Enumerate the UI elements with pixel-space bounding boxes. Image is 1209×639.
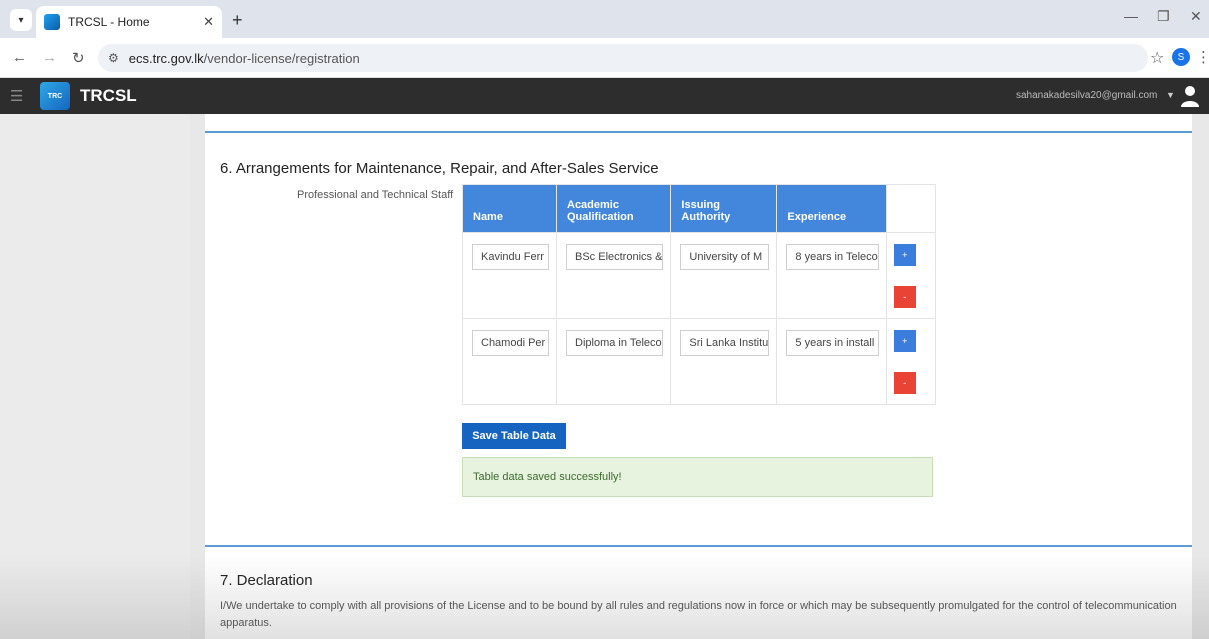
browser-toolbar: ← → ↻ ⚙ ecs.trc.gov.lk/vendor-license/re… (0, 38, 1209, 78)
add-row-button[interactable]: + (893, 244, 916, 266)
table-row: Chamodi Per Diploma in Teleco Sri Lanka … (462, 318, 936, 405)
site-info-icon[interactable]: ⚙ (108, 51, 119, 65)
user-email[interactable]: sahanakadesilva20@gmail.com (1016, 90, 1157, 101)
brand-name[interactable]: TRCSL (80, 86, 137, 106)
new-tab-icon[interactable]: + (232, 10, 243, 31)
section-divider (205, 545, 1192, 547)
reload-icon[interactable]: ↻ (72, 49, 85, 67)
trcsl-logo[interactable]: TRC (40, 82, 70, 110)
user-dropdown-caret-icon[interactable]: ▼ (1166, 90, 1175, 100)
profile-avatar[interactable]: S (1172, 48, 1190, 66)
site-favicon-icon (44, 14, 60, 30)
browser-tab[interactable]: TRCSL - Home ✕ (36, 6, 222, 38)
sidebar (0, 114, 190, 639)
success-alert: Table data saved successfully! (462, 457, 933, 497)
table-header-row: Name Academic Qualification Issuing Auth… (462, 184, 936, 233)
browser-tab-bar: ▾ TRCSL - Home ✕ + — ❐ ✕ (0, 0, 1209, 38)
remove-row-button[interactable]: - (893, 286, 916, 308)
bookmark-star-icon[interactable]: ☆ (1150, 48, 1164, 68)
qualification-input[interactable]: Diploma in Teleco (566, 330, 664, 356)
url-text: ecs.trc.gov.lk/vendor-license/registrati… (128, 50, 360, 66)
staff-name-input[interactable]: Chamodi Per (472, 330, 549, 356)
hamburger-menu-icon[interactable]: ☰ (10, 87, 23, 105)
column-header-qualification: Academic Qualification (555, 184, 672, 233)
column-header-authority: Issuing Authority (670, 184, 778, 233)
forward-icon[interactable]: → (42, 49, 57, 66)
tab-title: TRCSL - Home (68, 15, 150, 29)
user-profile-icon[interactable] (1180, 85, 1200, 107)
column-header-actions (885, 184, 936, 233)
qualification-input[interactable]: BSc Electronics & (566, 244, 664, 270)
restore-icon[interactable]: ❐ (1157, 8, 1170, 25)
address-bar[interactable]: ⚙ ecs.trc.gov.lk/vendor-license/registra… (98, 44, 1148, 72)
experience-input[interactable]: 8 years in Teleco (786, 244, 879, 270)
section-divider (205, 131, 1192, 133)
experience-input[interactable]: 5 years in install (786, 330, 879, 356)
tab-close-icon[interactable]: ✕ (203, 14, 214, 30)
column-header-experience: Experience (776, 184, 887, 233)
back-icon[interactable]: ← (12, 49, 27, 66)
declaration-text: I/We undertake to comply with all provis… (220, 600, 1177, 629)
window-close-icon[interactable]: ✕ (1190, 8, 1202, 25)
column-header-name: Name (462, 184, 557, 233)
issuing-authority-input[interactable]: University of M (680, 244, 770, 270)
staff-field-label: Professional and Technical Staff (297, 189, 454, 201)
table-row: Kavindu Ferr BSc Electronics & Universit… (462, 232, 936, 319)
add-row-button[interactable]: + (893, 330, 916, 352)
section-6-title: 6. Arrangements for Maintenance, Repair,… (220, 160, 659, 177)
issuing-authority-input[interactable]: Sri Lanka Institu (680, 330, 770, 356)
browser-menu-icon[interactable]: ⋮ (1196, 48, 1209, 66)
section-7-title: 7. Declaration (220, 572, 313, 589)
staff-table: Name Academic Qualification Issuing Auth… (462, 184, 936, 405)
minimize-icon[interactable]: — (1124, 8, 1138, 24)
app-navbar: ☰ TRC TRCSL sahanakadesilva20@gmail.com … (0, 78, 1209, 114)
save-table-data-button[interactable]: Save Table Data (462, 423, 566, 449)
staff-name-input[interactable]: Kavindu Ferr (472, 244, 549, 270)
tab-list-chevron-icon[interactable]: ▾ (10, 9, 32, 31)
remove-row-button[interactable]: - (893, 372, 916, 394)
